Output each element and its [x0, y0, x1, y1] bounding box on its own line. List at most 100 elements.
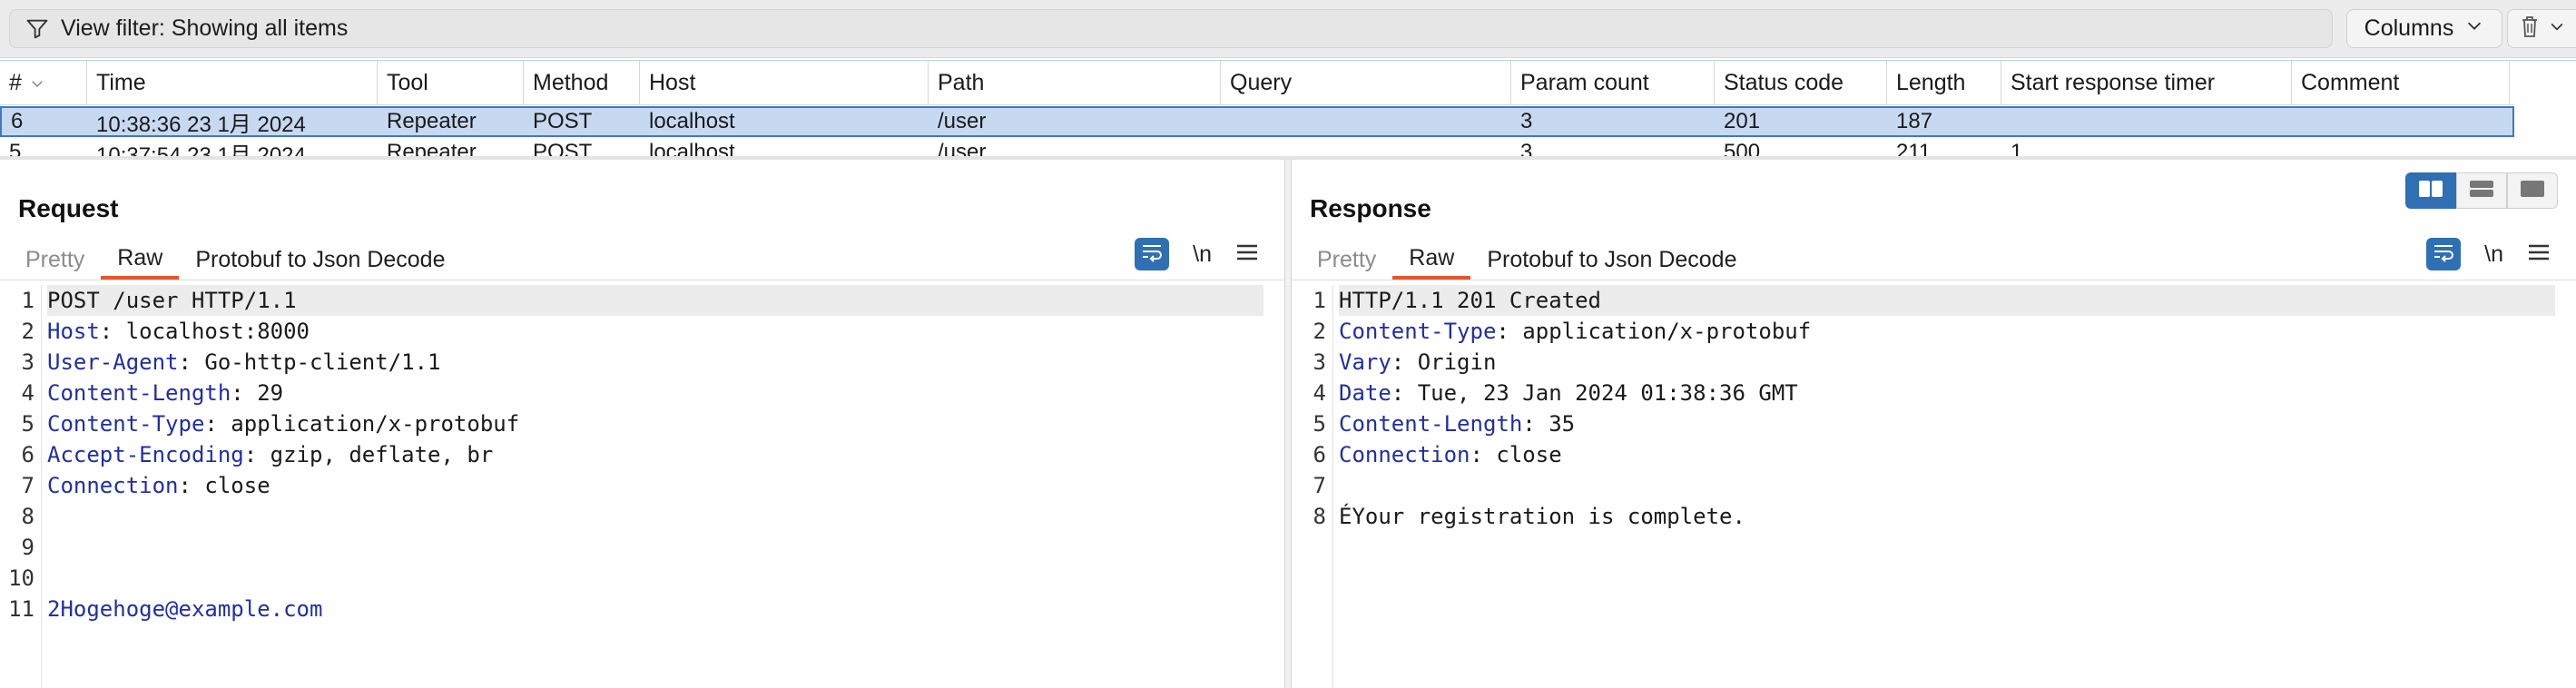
table-cell: Repeater [387, 140, 477, 156]
header-key: Accept-Encoding [47, 442, 244, 467]
column-header[interactable]: Comment [2292, 61, 2510, 105]
show-newlines-button[interactable]: \n [2484, 241, 2503, 268]
column-header[interactable]: Status code [1715, 61, 1887, 105]
show-newlines-button[interactable]: \n [1193, 241, 1212, 268]
columns-layout-icon [2418, 180, 2443, 202]
editor-menu-button[interactable] [2527, 242, 2551, 267]
columns-label: Columns [2364, 15, 2454, 41]
header-value: : localhost:8000 [99, 319, 310, 344]
header-value: : Go-http-client/1.1 [178, 349, 441, 375]
tab-protobuf-decode[interactable]: Protobuf to Json Decode [179, 240, 461, 280]
column-header[interactable]: Param count [1511, 61, 1715, 105]
response-tabs: Pretty Raw Protobuf to Json Decode [1301, 240, 1753, 280]
response-pane: Response Pretty Raw Protobuf to Json Dec… [1292, 160, 2576, 688]
word-wrap-button[interactable] [1135, 238, 1170, 270]
table-row[interactable]: 5 10:37:54 23 1月 2024 Repeater POST loca… [0, 139, 2514, 156]
code-line: POST /user HTTP/1.1 [47, 285, 1263, 316]
header-key: User-Agent [47, 349, 179, 375]
column-header[interactable]: Method [524, 61, 640, 105]
request-title: Request [18, 194, 119, 222]
table-cell: POST [533, 140, 593, 156]
column-header[interactable]: Path [929, 61, 1221, 105]
table-cell: Repeater [387, 109, 477, 133]
table-cell: 10:37:54 23 1月 2024 [96, 143, 306, 157]
code-line: HTTP/1.1 201 Created [1339, 285, 2555, 316]
layout-tabbed-button[interactable] [2507, 172, 2558, 209]
request-editor[interactable]: 1 POST /user HTTP/1.1 2 Host: localhost:… [0, 285, 1284, 688]
single-layout-icon [2520, 180, 2545, 202]
line-number: 7 [21, 473, 34, 498]
column-header[interactable]: Tool [378, 61, 524, 105]
body-text: ÉYour registration is complete. [1339, 504, 1745, 529]
header-key: Content-Length [1339, 411, 1523, 437]
line-number: 1 [21, 288, 34, 313]
response-editor[interactable]: 1 HTTP/1.1 201 Created 2 Content-Type: a… [1292, 285, 2576, 688]
table-cell: 3 [1520, 109, 1533, 133]
tab-protobuf-decode[interactable]: Protobuf to Json Decode [1470, 240, 1753, 280]
column-header[interactable]: Query [1221, 61, 1511, 105]
code-line: Content-Length: 29 [47, 378, 283, 408]
header-key: Connection [47, 473, 179, 498]
response-editor-tools: \n [2426, 238, 2551, 270]
word-wrap-icon [1140, 241, 1164, 268]
layout-side-by-side-button[interactable] [2405, 172, 2456, 209]
line-number: 6 [21, 442, 34, 467]
header-value: : Tue, 23 Jan 2024 01:38:36 GMT [1391, 380, 1798, 406]
line-number: 8 [21, 504, 34, 529]
line-number: 10 [8, 565, 34, 591]
history-table: # Time Tool Method Host Path Query Param… [0, 60, 2576, 156]
column-header[interactable]: Host [640, 61, 929, 105]
code-line: Accept-Encoding: gzip, deflate, br [47, 439, 493, 470]
tab-raw[interactable]: Raw [1392, 240, 1471, 280]
table-cell: /user [938, 109, 987, 133]
columns-button[interactable]: Columns [2346, 9, 2502, 48]
chevron-down-icon [2464, 15, 2484, 42]
editor-menu-button[interactable] [1235, 242, 1259, 267]
code-line: Date: Tue, 23 Jan 2024 01:38:36 GMT [1339, 378, 1798, 408]
header-value: : close [1470, 442, 1562, 467]
word-wrap-button[interactable] [2426, 238, 2462, 270]
table-header: # Time Tool Method Host Path Query Param… [0, 61, 2514, 105]
header-value: : application/x-protobuf [204, 411, 520, 437]
table-cell: 10:38:36 23 1月 2024 [96, 112, 306, 136]
layout-toggle [2405, 172, 2558, 209]
line-number: 6 [1313, 442, 1326, 467]
tab-pretty[interactable]: Pretty [1301, 240, 1392, 280]
hamburger-icon [1235, 242, 1259, 267]
table-cell [2292, 139, 2510, 156]
request-editor-tools: \n [1135, 238, 1259, 270]
table-row[interactable]: 6 10:38:36 23 1月 2024 Repeater POST loca… [0, 106, 2514, 137]
code-line: Content-Type: application/x-protobuf [1339, 316, 1811, 347]
filter-bar: View filter: Showing all items Columns [0, 0, 2576, 58]
code-line: Connection: close [47, 470, 270, 501]
column-header[interactable]: Length [1887, 61, 2001, 105]
chevron-down-icon [2548, 17, 2566, 40]
clear-items-button[interactable] [2507, 9, 2576, 48]
code-line: Connection: close [1339, 439, 1562, 470]
line-number: 7 [1313, 473, 1326, 498]
layout-stacked-button[interactable] [2456, 172, 2507, 209]
table-cell: 1 [2011, 140, 2023, 156]
request-pane: Request Pretty Raw Protobuf to Json Deco… [0, 160, 1284, 688]
column-header[interactable]: Time [87, 61, 378, 105]
table-cell: /user [938, 140, 987, 156]
column-header[interactable]: Start response timer [2001, 61, 2292, 105]
header-key: Content-Type [47, 411, 205, 437]
table-cell: 201 [1724, 109, 1761, 133]
header-value: : Origin [1391, 349, 1497, 375]
header-key: Content-Type [1339, 319, 1497, 344]
view-filter[interactable]: View filter: Showing all items [9, 9, 2333, 48]
sort-chevron-icon [29, 75, 45, 92]
line-number: 2 [1313, 319, 1326, 344]
line-number: 8 [1313, 504, 1326, 529]
table-cell: localhost [649, 109, 735, 133]
line-number: 5 [1313, 411, 1326, 437]
tab-pretty[interactable]: Pretty [9, 240, 101, 280]
table-cell [1221, 139, 1511, 156]
table-cell [2001, 108, 2292, 135]
tab-raw[interactable]: Raw [101, 240, 180, 280]
table-cell: 500 [1724, 140, 1761, 156]
column-header[interactable]: # [0, 61, 87, 105]
header-key: Vary [1339, 349, 1391, 375]
vertical-splitter[interactable] [1284, 160, 1292, 688]
